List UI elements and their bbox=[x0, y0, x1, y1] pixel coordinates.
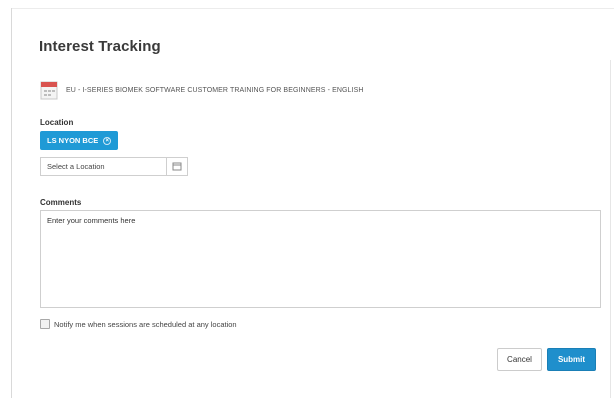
comments-textarea[interactable] bbox=[40, 210, 601, 308]
dialog-top-border bbox=[11, 8, 614, 9]
comments-label: Comments bbox=[40, 198, 82, 207]
cancel-button[interactable]: Cancel bbox=[497, 348, 542, 371]
submit-button[interactable]: Submit bbox=[547, 348, 596, 371]
location-chip[interactable]: LS NYON BCE × bbox=[40, 131, 119, 150]
dialog-title: Interest Tracking bbox=[39, 38, 161, 55]
notify-label: Notify me when sessions are scheduled at… bbox=[54, 319, 237, 329]
location-input[interactable] bbox=[41, 158, 166, 175]
remove-circle-icon[interactable]: × bbox=[103, 136, 112, 145]
course-title: EU - I-SERIES BIOMEK SOFTWARE CUSTOMER T… bbox=[66, 86, 364, 94]
dialog-right-border bbox=[610, 60, 611, 398]
course-row: EU - I-SERIES BIOMEK SOFTWARE CUSTOMER T… bbox=[40, 78, 364, 102]
notify-row[interactable]: Notify me when sessions are scheduled at… bbox=[40, 318, 237, 330]
notify-checkbox[interactable] bbox=[40, 319, 50, 329]
location-label: Location bbox=[40, 118, 74, 127]
calendar-icon bbox=[40, 80, 58, 100]
location-chip-label: LS NYON BCE bbox=[47, 136, 99, 145]
location-select[interactable] bbox=[40, 157, 188, 176]
picker-icon[interactable] bbox=[166, 158, 187, 175]
dialog-left-border bbox=[11, 8, 12, 398]
